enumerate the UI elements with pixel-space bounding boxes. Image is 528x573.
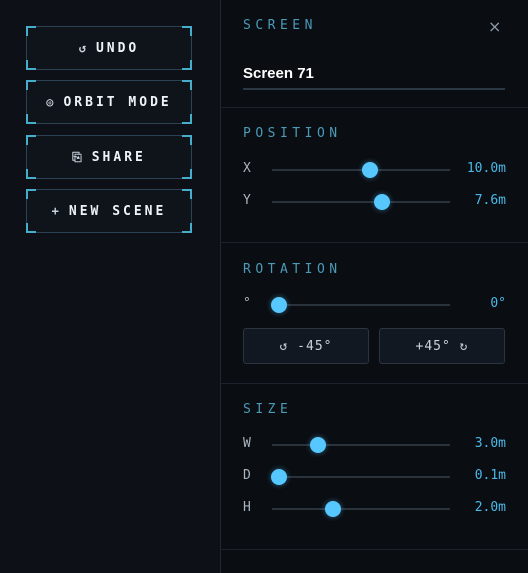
position-section-title: POSITION xyxy=(243,126,342,141)
x-value: 10.0m xyxy=(466,161,506,176)
h-value: 2.0m xyxy=(474,500,506,515)
new-scene-label: NEW SCENE xyxy=(68,203,167,219)
h-slider-track[interactable] xyxy=(272,501,450,517)
h-slider-thumb[interactable] xyxy=(324,501,341,517)
rotate-plus-45-button[interactable]: +45° ↻ xyxy=(379,328,505,364)
w-slider-track[interactable] xyxy=(272,437,450,453)
undo-icon: ↺ xyxy=(78,41,86,55)
x-slider-thumb[interactable] xyxy=(361,162,378,178)
rotation-slider-thumb[interactable] xyxy=(271,297,288,313)
d-slider-track[interactable] xyxy=(271,469,450,485)
w-value: 3.0m xyxy=(474,436,506,451)
close-icon[interactable]: × xyxy=(488,17,501,36)
orbit-icon: ◎ xyxy=(46,95,54,109)
y-value: 7.6m xyxy=(474,193,506,208)
share-button[interactable]: ⎘ SHARE xyxy=(26,135,192,179)
y-slider-track[interactable] xyxy=(272,194,450,210)
orbit-mode-label: ORBIT MODE xyxy=(63,94,172,110)
section-separator xyxy=(221,549,528,550)
screen-section-title: SCREEN xyxy=(243,18,317,33)
rotate-minus-45-button[interactable]: ↺ -45° xyxy=(243,328,369,364)
section-separator xyxy=(221,107,528,108)
d-value: 0.1m xyxy=(474,468,506,483)
plus-icon: + xyxy=(51,204,59,218)
share-icon: ⎘ xyxy=(72,149,82,164)
screen-name-input[interactable] xyxy=(243,58,505,90)
undo-label: UNDO xyxy=(95,40,140,56)
y-label: Y xyxy=(243,193,251,208)
w-slider-thumb[interactable] xyxy=(310,437,327,453)
new-scene-button[interactable]: + NEW SCENE xyxy=(26,189,192,233)
x-label: X xyxy=(243,161,251,176)
rotation-section-title: ROTATION xyxy=(243,262,342,277)
h-label: H xyxy=(243,500,251,515)
rotation-label: ° xyxy=(243,296,251,311)
y-slider-thumb[interactable] xyxy=(374,194,391,210)
undo-button[interactable]: ↺ UNDO xyxy=(26,26,192,70)
rotation-value: 0° xyxy=(490,296,506,311)
d-slider-thumb[interactable] xyxy=(271,469,288,485)
share-label: SHARE xyxy=(91,149,146,165)
size-section-title: SIZE xyxy=(243,402,293,417)
x-slider-track[interactable] xyxy=(272,162,450,178)
d-label: D xyxy=(243,468,251,483)
orbit-mode-button[interactable]: ◎ ORBIT MODE xyxy=(26,80,192,124)
w-label: W xyxy=(243,436,251,451)
rotation-slider-track[interactable] xyxy=(271,297,450,313)
section-separator xyxy=(221,242,528,243)
properties-panel: SCREEN × POSITION X 10.0m Y 7.6m ROTATIO… xyxy=(221,0,528,573)
section-separator xyxy=(221,383,528,384)
left-toolbar: ↺ UNDO ◎ ORBIT MODE ⎘ SHARE + NEW SCENE xyxy=(0,0,220,573)
